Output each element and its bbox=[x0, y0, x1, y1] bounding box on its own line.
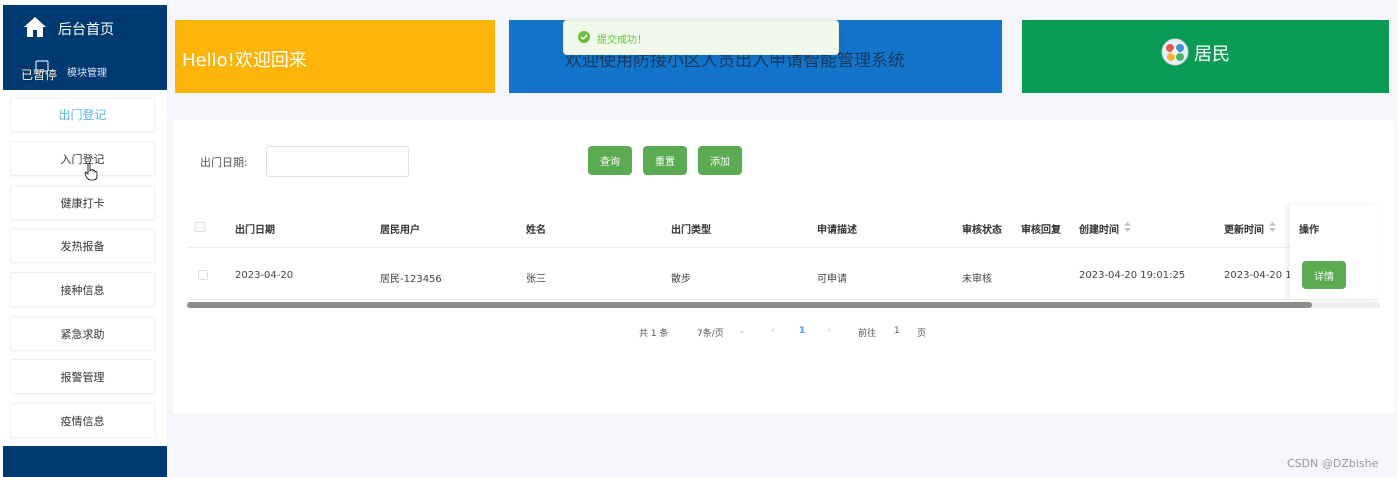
cell-updated: 2023-04-20 1 bbox=[1224, 270, 1292, 281]
row-divider bbox=[187, 299, 1380, 300]
sidebar-item-entry-registration[interactable]: 入门登记 bbox=[10, 141, 155, 176]
role-label: 居民 bbox=[1194, 44, 1230, 65]
cell-desc: 可申请 bbox=[817, 274, 847, 285]
goto-label: 前往 bbox=[858, 329, 877, 339]
column-header-action: 操作 bbox=[1299, 225, 1319, 236]
select-all-checkbox[interactable] bbox=[195, 222, 205, 232]
sidebar-item-health-checkin[interactable]: 健康打卡 bbox=[10, 185, 155, 220]
toast-message: 提交成功！ bbox=[597, 35, 647, 46]
column-header-status: 审核状态 bbox=[962, 225, 1002, 236]
cell-status: 未审核 bbox=[962, 274, 992, 285]
detail-button[interactable]: 详情 bbox=[1302, 261, 1346, 289]
current-page[interactable]: 1 bbox=[799, 326, 805, 336]
query-button[interactable]: 查询 bbox=[588, 146, 632, 175]
column-header-created[interactable]: 创建时间 bbox=[1079, 221, 1119, 236]
column-header-user: 居民用户 bbox=[380, 225, 420, 236]
column-header-date: 出门日期 bbox=[235, 225, 275, 236]
next-page-icon[interactable]: › bbox=[827, 326, 831, 336]
cell-created: 2023-04-20 19:01:25 bbox=[1079, 270, 1186, 281]
sidebar-item-epidemic-info[interactable]: 疫情信息 bbox=[10, 403, 155, 438]
column-header-name: 姓名 bbox=[526, 225, 546, 236]
sort-icon[interactable] bbox=[1269, 222, 1276, 232]
avatar[interactable] bbox=[1161, 38, 1189, 66]
date-filter-label: 出门日期: bbox=[200, 156, 248, 169]
goto-page-input[interactable]: 1 bbox=[894, 326, 900, 336]
cell-name: 张三 bbox=[526, 274, 546, 285]
column-header-desc: 申请描述 bbox=[817, 225, 857, 236]
paused-overlay-label: 已暂停 bbox=[21, 68, 58, 82]
column-header-reply: 审核回复 bbox=[1021, 225, 1061, 236]
prev-page-icon[interactable]: ‹ bbox=[771, 326, 775, 336]
hello-text: Hello!欢迎回来 bbox=[182, 50, 307, 71]
watermark: CSDN @DZbishe bbox=[1287, 457, 1379, 470]
sidebar-item-fever-report[interactable]: 发热报备 bbox=[10, 228, 155, 263]
cell-type: 散步 bbox=[671, 274, 691, 285]
sidebar-item-exit-registration[interactable]: 出门登记 bbox=[10, 97, 155, 132]
page-suffix: 页 bbox=[917, 329, 927, 339]
reset-button[interactable]: 重置 bbox=[643, 146, 687, 175]
sort-icon[interactable] bbox=[1124, 222, 1131, 232]
horizontal-scrollbar-thumb[interactable] bbox=[187, 302, 1312, 308]
sidebar-item-alarm[interactable]: 报警管理 bbox=[10, 359, 155, 394]
cell-user: 居民-123456 bbox=[380, 274, 442, 285]
column-header-updated[interactable]: 更新时间 bbox=[1224, 221, 1264, 236]
module-management-label[interactable]: 模块管理 bbox=[67, 64, 107, 79]
check-circle-icon bbox=[578, 31, 590, 43]
hand-cursor-icon bbox=[84, 163, 98, 181]
chevron-down-icon[interactable]: ⌄ bbox=[738, 326, 746, 336]
page-size-select[interactable]: 7条/页 bbox=[697, 326, 724, 339]
pagination-total: 共 1 条 bbox=[639, 329, 669, 339]
cell-date: 2023-04-20 bbox=[235, 270, 294, 281]
sidebar-footer bbox=[3, 446, 167, 477]
row-checkbox[interactable] bbox=[198, 270, 208, 280]
date-filter-input[interactable] bbox=[266, 146, 409, 177]
home-link[interactable]: 后台首页 bbox=[58, 19, 114, 39]
sidebar-item-emergency[interactable]: 紧急求助 bbox=[10, 316, 155, 351]
home-icon[interactable] bbox=[23, 16, 47, 38]
header-divider bbox=[187, 247, 1380, 248]
column-header-type: 出门类型 bbox=[671, 225, 711, 236]
add-button[interactable]: 添加 bbox=[698, 146, 742, 175]
sidebar-item-vaccination[interactable]: 接种信息 bbox=[10, 272, 155, 307]
